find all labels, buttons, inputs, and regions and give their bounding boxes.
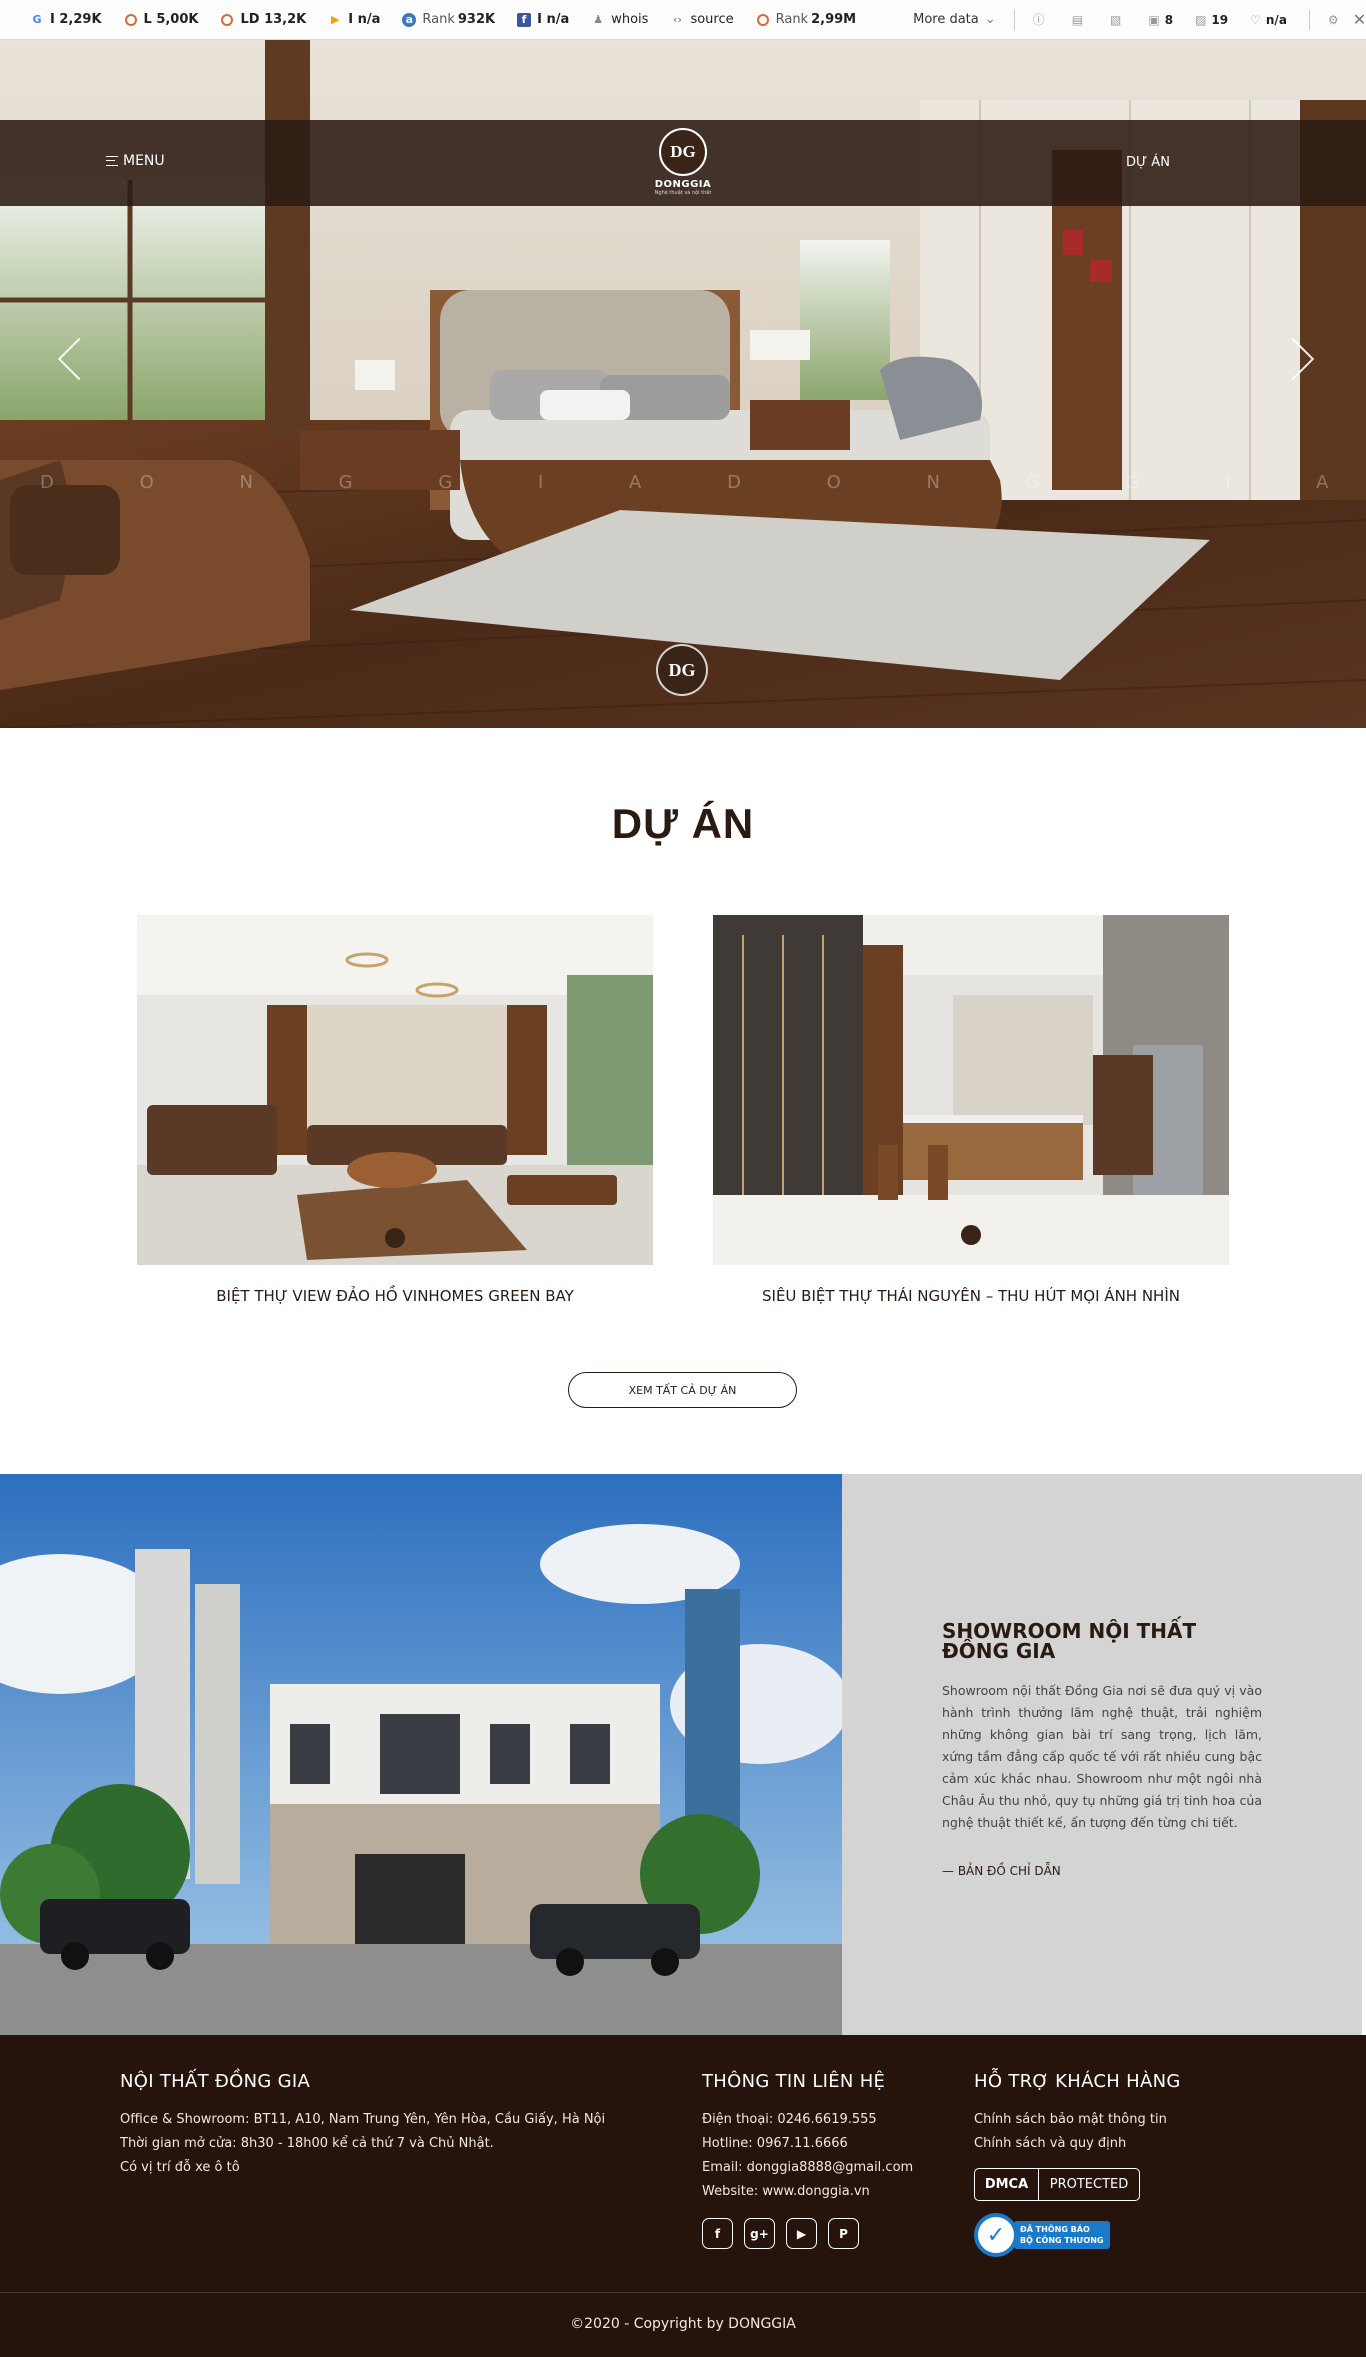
footer-phone[interactable]: Điện thoại: 0246.6619.555 [702, 2108, 913, 2132]
footer-contact: THÔNG TIN LIÊN HỆ Điện thoại: 0246.6619.… [702, 2071, 913, 2249]
chevron-down-icon: ⌄ [984, 12, 996, 27]
info-button[interactable]: ⓘ [1033, 11, 1050, 28]
info-icon: ⓘ [1032, 13, 1045, 27]
copyright: ©2020 - Copyright by DONGGIA [570, 2316, 796, 2332]
project-card[interactable]: SIÊU BIỆT THỰ THÁI NGUYÊN – THU HÚT MỌI … [713, 915, 1229, 1305]
logo-tagline: Nghệ thuật và nội thất [654, 190, 712, 196]
more-data-dropdown[interactable]: More data ⌄ [913, 12, 996, 27]
images-count[interactable]: ▨ 19 [1195, 13, 1228, 27]
seo-links[interactable]: L 5,00K [124, 12, 198, 27]
dmca-badge[interactable]: DMCA PROTECTED [974, 2168, 1140, 2201]
hero-logo-badge: DG [656, 644, 708, 696]
projects-title: DỰ ÁN [611, 800, 755, 847]
close-button[interactable]: ✕ [1353, 10, 1366, 29]
slider-prev-arrow-icon[interactable] [52, 330, 82, 390]
showroom-image [0, 1474, 842, 2035]
seo-toolbar: G I 2,29K L 5,00K LD 13,2K ▶ I n/a a Ran… [0, 0, 1366, 40]
view-all-projects-button[interactable]: XEM TẤT CẢ DỰ ÁN [568, 1372, 797, 1408]
circle-icon [124, 13, 138, 27]
circle-icon [220, 13, 234, 27]
link-icon: ▣ [1148, 12, 1160, 27]
footer-parking: Có vị trí đỗ xe ô tô [120, 2160, 240, 2175]
pinterest-icon[interactable]: P [828, 2218, 859, 2249]
logo-mark: DG [659, 128, 707, 176]
heart-icon: ♡ [1250, 12, 1261, 27]
seo-semrush-rank[interactable]: Rank 2,99M [756, 12, 856, 27]
seo-google-index[interactable]: G I 2,29K [30, 12, 101, 27]
links-count[interactable]: ▣ 8 [1148, 13, 1173, 27]
showroom-building-image [0, 1474, 842, 2035]
slider-next-arrow-icon[interactable] [1286, 330, 1316, 390]
footer: NỘI THẤT ĐỒNG GIA Office & Showroom: BT1… [0, 2035, 1366, 2357]
circle-icon [756, 13, 770, 27]
living-room-image [137, 915, 653, 1265]
footer-website[interactable]: Website: www.donggia.vn [702, 2180, 913, 2204]
footer-hotline[interactable]: Hotline: 0967.11.6666 [702, 2132, 913, 2156]
facebook-icon[interactable]: f [702, 2218, 733, 2249]
showroom-description: Showroom nội thất Đồng Gia nơi sẽ đưa qu… [942, 1683, 1262, 1830]
image-count-icon: ▨ [1195, 12, 1207, 27]
footer-address: Office & Showroom: BT11, A10, Nam Trung … [120, 2112, 606, 2127]
seo-facebook[interactable]: f I n/a [517, 12, 569, 27]
settings-button[interactable]: ⚙ [1328, 13, 1339, 27]
top-navbar: MENU DG DONGGIA Nghệ thuật và nội thất D… [0, 120, 1366, 206]
page-button[interactable]: ▤ [1072, 13, 1088, 27]
toolbar-divider [1013, 9, 1015, 30]
site-logo[interactable]: DG DONGGIA Nghệ thuật và nội thất [640, 128, 726, 196]
facebook-icon: f [517, 12, 532, 27]
showroom-title: SHOWROOM NỘI THẤT ĐỒNG GIA [942, 1619, 1197, 1663]
image-icon: ▧ [1110, 12, 1122, 27]
seo-whois[interactable]: ♟ whois [591, 12, 648, 27]
seo-linking-domains[interactable]: LD 13,2K [220, 12, 306, 27]
google-icon: G [32, 13, 42, 26]
map-directions-link[interactable]: — BẢN ĐỒ CHỈ DẪN [942, 1864, 1061, 1878]
toolbar-divider [1308, 9, 1310, 30]
code-icon: ‹› [672, 13, 682, 26]
project-caption[interactable]: BIỆT THỰ VIEW ĐẢO HỒ VINHOMES GREEN BAY [137, 1287, 653, 1305]
hero-slider: MENU DG DONGGIA Nghệ thuật và nội thất D… [0, 40, 1366, 728]
close-icon: ✕ [1352, 10, 1366, 29]
menu-button[interactable]: MENU [106, 153, 165, 169]
bing-icon: ▶ [331, 13, 340, 26]
footer-support: HỖ TRỢ KHÁCH HÀNG Chính sách bảo mật thô… [974, 2071, 1181, 2257]
seo-alexa-rank[interactable]: a Rank 932K [402, 12, 495, 27]
footer-privacy-link[interactable]: Chính sách bảo mật thông tin [974, 2108, 1181, 2132]
checkmark-icon: ✓ [974, 2213, 1018, 2257]
project-image-kitchen[interactable] [713, 915, 1229, 1265]
footer-policy-link[interactable]: Chính sách và quy định [974, 2132, 1181, 2156]
rank-icon: a [402, 12, 417, 27]
hero-watermark: D O N G G I A D O N G G I A D O N G G I … [40, 472, 1366, 493]
footer-support-title: HỖ TRỢ KHÁCH HÀNG [974, 2071, 1181, 2092]
project-caption[interactable]: SIÊU BIỆT THỰ THÁI NGUYÊN – THU HÚT MỌI … [713, 1287, 1229, 1305]
likes-count[interactable]: ♡ n/a [1250, 13, 1287, 27]
hamburger-icon [106, 156, 118, 166]
whois-icon: ♟ [593, 13, 604, 26]
footer-contact-title: THÔNG TIN LIÊN HỆ [702, 2071, 886, 2092]
project-image-living-room[interactable] [137, 915, 653, 1265]
nav-link-du-an[interactable]: DỰ ÁN [1126, 155, 1170, 170]
footer-email[interactable]: Email: donggia8888@gmail.com [702, 2156, 913, 2180]
page-icon: ▤ [1071, 12, 1084, 27]
image-button[interactable]: ▧ [1110, 13, 1126, 27]
kitchen-image [713, 915, 1229, 1265]
footer-divider [0, 2292, 1366, 2293]
seo-source[interactable]: ‹› source [670, 12, 734, 27]
youtube-icon[interactable]: ▶ [786, 2218, 817, 2249]
seo-bing-index[interactable]: ▶ I n/a [328, 12, 380, 27]
social-links: f g+ ▶ P [702, 2218, 913, 2249]
google-plus-icon[interactable]: g+ [744, 2218, 775, 2249]
logo-brand: DONGGIA [654, 179, 712, 190]
bo-cong-thuong-badge[interactable]: ✓ ĐÃ THÔNG BÁO BỘ CÔNG THƯƠNG [974, 2213, 1181, 2257]
gear-icon: ⚙ [1327, 12, 1339, 27]
footer-company: NỘI THẤT ĐỒNG GIA Office & Showroom: BT1… [120, 2071, 605, 2180]
project-card[interactable]: BIỆT THỰ VIEW ĐẢO HỒ VINHOMES GREEN BAY [137, 915, 653, 1305]
footer-opening-hours: Thời gian mở cửa: 8h30 - 18h00 kể cả thứ… [120, 2136, 494, 2151]
footer-company-title: NỘI THẤT ĐỒNG GIA [120, 2071, 311, 2092]
